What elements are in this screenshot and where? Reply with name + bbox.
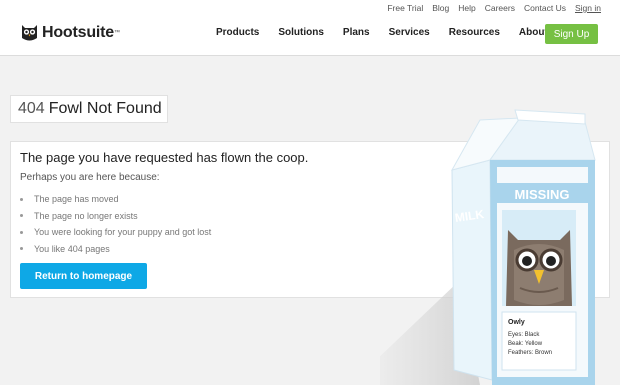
error-code: 404 [18,100,45,117]
hootsuite-logo[interactable]: Hootsuite ™ [21,23,120,42]
milk-carton-illustration: MISSING MILK Owly Eyes: Black Beak: Yell… [380,109,596,385]
carton-left-face [451,159,493,381]
reasons-intro: Perhaps you are here because: [20,172,160,183]
owly-owl-icon [506,230,572,306]
error-title: Fowl Not Found [48,100,162,117]
nav-item-services[interactable]: Services [389,27,430,38]
owly-feathers: Feathers: Brown [508,350,552,356]
sign-in-link[interactable]: Sign in [575,3,601,13]
page-title: 404 Fowl Not Found [10,95,168,123]
nav-item-products[interactable]: Products [216,27,259,38]
nav-item-solutions[interactable]: Solutions [278,27,324,38]
logo-trademark: ™ [113,29,120,36]
utility-link-careers[interactable]: Careers [485,3,515,13]
owly-name: Owly [508,319,525,326]
error-heading: The page you have requested has flown th… [20,150,309,165]
reasons-list: The page has moved The page no longer ex… [20,191,211,257]
return-home-button[interactable]: Return to homepage [20,263,147,289]
utility-link-contact-us[interactable]: Contact Us [524,3,566,13]
list-item: You were looking for your puppy and got … [20,224,211,241]
reason-text: You were looking for your puppy and got … [34,227,212,237]
nav-item-plans[interactable]: Plans [343,27,370,38]
reason-text: You like 404 pages [34,243,110,254]
logo-wordmark: Hootsuite [42,23,114,41]
main-nav: Products Solutions Plans Services Resour… [216,27,582,38]
utility-link-free-trial[interactable]: Free Trial [387,3,423,13]
bullet-icon [20,197,23,201]
bullet-icon [20,247,23,251]
list-item: You like 404 pages [20,241,211,258]
missing-label: MISSING [515,187,570,202]
reason-text: The page has moved [34,194,119,204]
sign-up-button[interactable]: Sign Up [545,24,598,44]
bullet-icon [20,214,23,218]
site-header: Hootsuite ™ Free Trial Blog Help Careers … [0,0,620,56]
reason-text: The page no longer exists [34,210,138,221]
bullet-icon [20,230,23,234]
utility-link-help[interactable]: Help [458,3,475,13]
utility-nav: Free Trial Blog Help Careers Contact Us … [387,3,601,13]
list-item: The page has moved [20,191,211,208]
owl-logo-icon [22,25,37,41]
list-item: The page no longer exists [20,208,211,225]
owly-eyes: Eyes: Black [508,332,540,338]
owly-beak: Beak: Yellow [508,341,543,347]
nav-item-resources[interactable]: Resources [449,27,500,38]
utility-link-blog[interactable]: Blog [432,3,449,13]
